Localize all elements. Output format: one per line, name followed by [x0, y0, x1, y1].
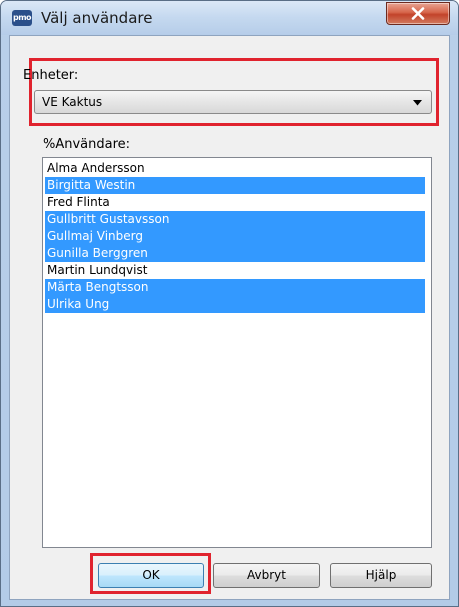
user-list-item[interactable]: Fred Flinta	[45, 194, 425, 211]
user-list-item[interactable]: Märta Bengtsson	[45, 279, 425, 296]
ok-button[interactable]: OK	[98, 563, 204, 588]
cancel-button[interactable]: Avbryt	[213, 563, 320, 588]
user-list-item[interactable]: Alma Andersson	[45, 160, 425, 177]
help-button[interactable]: Hjälp	[330, 563, 432, 588]
user-list-item[interactable]: Birgitta Westin	[45, 177, 425, 194]
close-x-icon	[411, 7, 425, 20]
user-list-item[interactable]: Gunilla Berggren	[45, 245, 425, 262]
units-selected-value: VE Kaktus	[42, 95, 103, 109]
close-button[interactable]	[386, 2, 450, 25]
chevron-down-icon	[413, 100, 422, 106]
user-list-item[interactable]: Martin Lundqvist	[45, 262, 425, 279]
dialog-title: Välj användare	[41, 9, 153, 27]
units-label: Enheter:	[23, 68, 79, 83]
title-bar[interactable]: pmo Välj användare	[1, 1, 458, 35]
app-logo-icon: pmo	[12, 10, 32, 26]
users-listbox[interactable]: Alma Andersson Birgitta Westin Fred Flinta…	[42, 157, 432, 548]
units-dropdown[interactable]: VE Kaktus	[34, 90, 432, 114]
dialog-body: Enheter: VE Kaktus %Användare: Alma Ande…	[9, 35, 450, 600]
users-label: %Användare:	[43, 137, 131, 152]
user-list-item[interactable]: Ulrika Ung	[45, 296, 425, 313]
user-list-item[interactable]: Gullbritt Gustavsson	[45, 211, 425, 228]
dialog-window: pmo Välj användare Enheter: VE Kaktus %A…	[0, 0, 459, 607]
user-list-item[interactable]: Gullmaj Vinberg	[45, 228, 425, 245]
